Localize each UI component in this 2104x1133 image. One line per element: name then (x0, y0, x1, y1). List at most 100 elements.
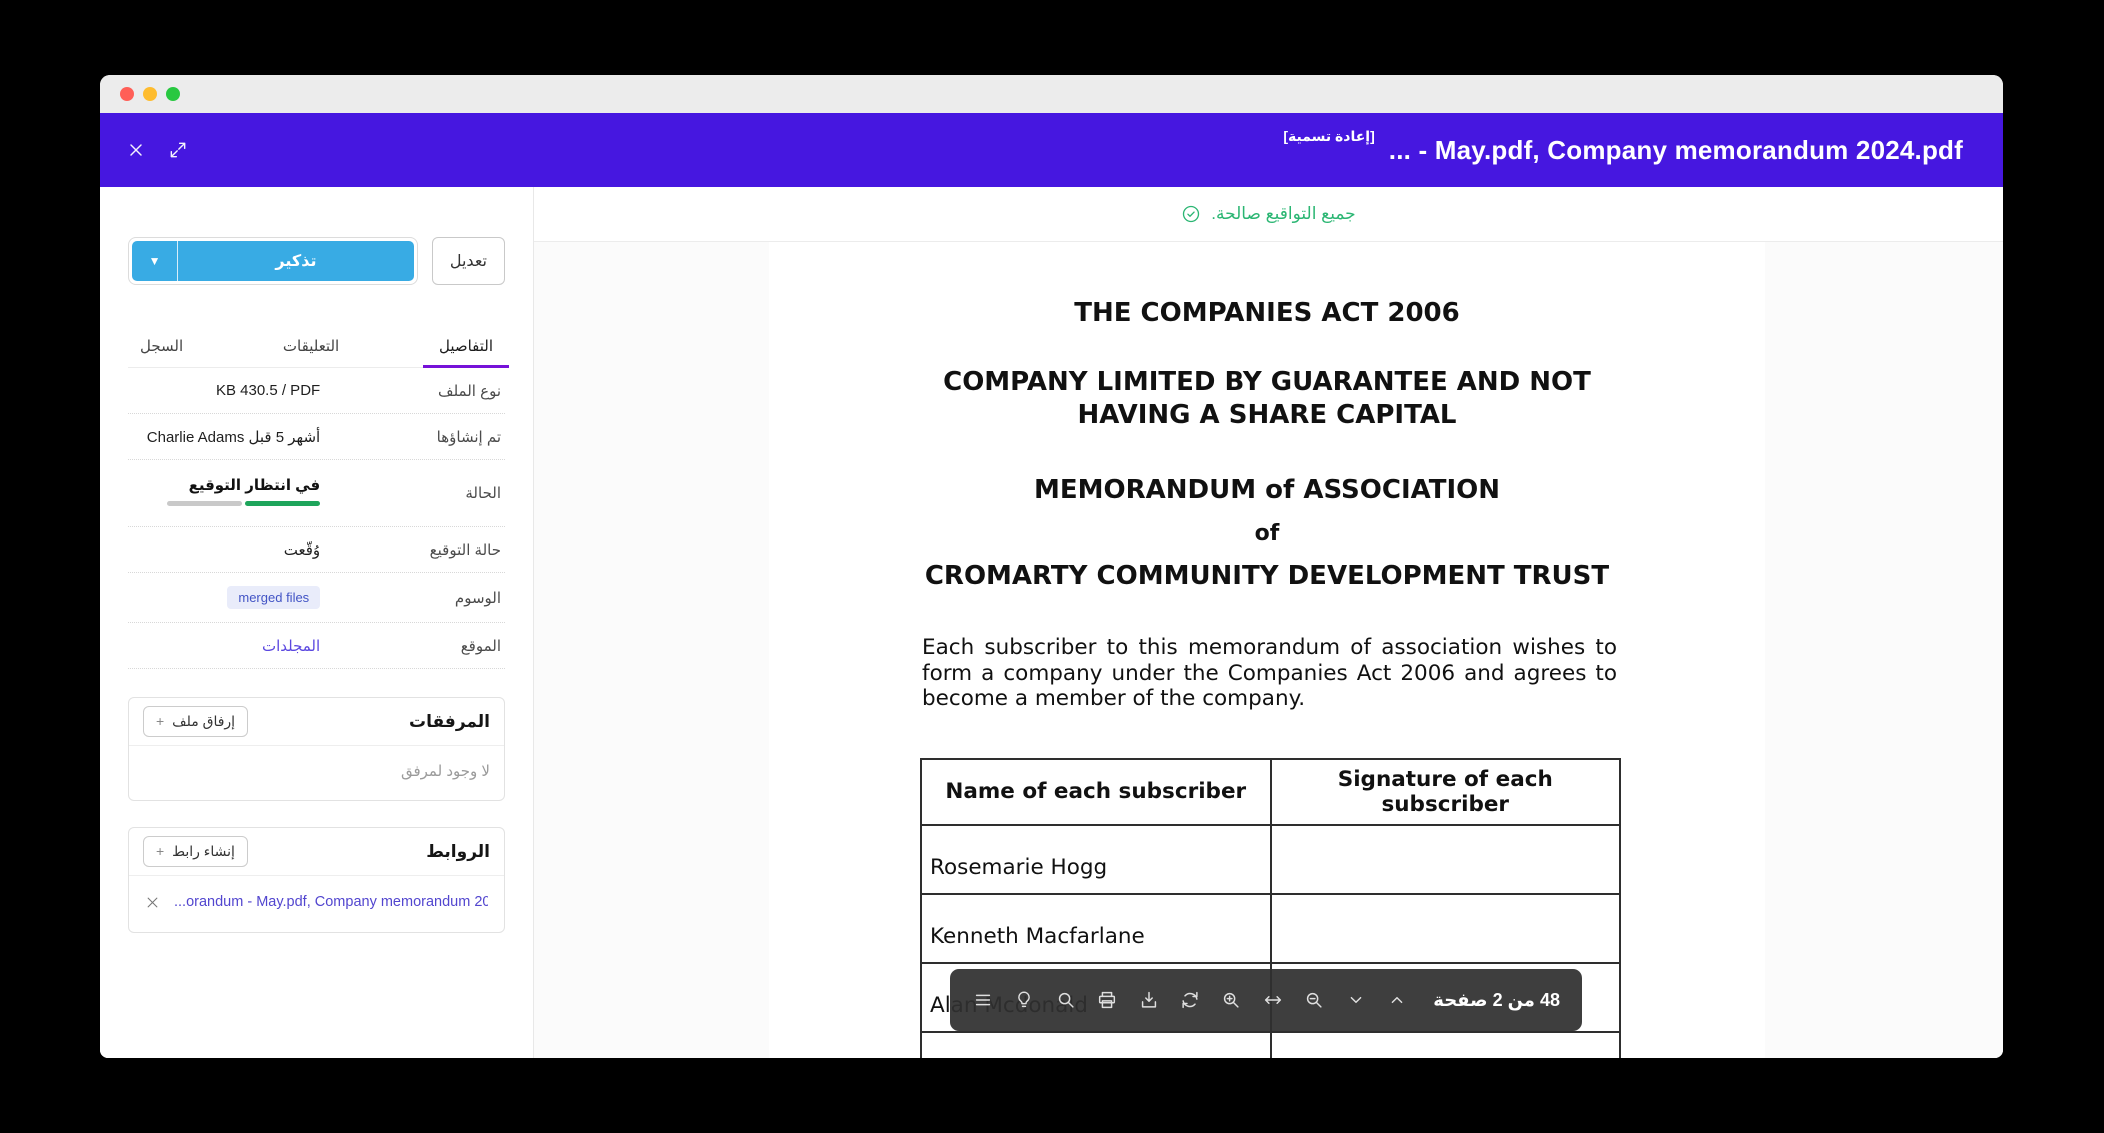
detail-value: KB 430.5 / PDF (132, 382, 320, 399)
chevron-up-icon[interactable] (1386, 989, 1408, 1011)
pdf-viewer: جميع التواقيع صالحة. THE COMPANIES ACT 2… (534, 187, 2003, 1058)
signatures-valid-text: جميع التواقيع صالحة. (1211, 204, 1355, 224)
expand-icon[interactable] (168, 140, 188, 160)
progress-segment-pending (167, 501, 242, 506)
doc-heading-trust: CROMARTY COMMUNITY DEVELOPMENT TRUST (769, 560, 1765, 593)
table-header-signature: Signature of each subscriber (1271, 759, 1621, 825)
tab-details[interactable]: التفاصيل (437, 327, 495, 367)
pdf-page: THE COMPANIES ACT 2006 COMPANY LIMITED B… (769, 242, 1765, 1058)
signature-cell (1271, 894, 1621, 963)
lightbulb-icon[interactable] (1013, 989, 1035, 1011)
attachments-empty-text: لا وجود لمرفق (143, 762, 490, 780)
table-row: Estelle Quick (921, 1032, 1620, 1059)
detail-value: المجلدات (132, 637, 320, 655)
document-header-bar: ... - May.pdf, Company memorandum 2024.p… (100, 113, 2003, 187)
sidebar-tabs: التفاصيل التعليقات السجل (128, 327, 505, 368)
detail-row-status: الحالة في انتظار التوقيع (128, 460, 505, 527)
detail-value: وُقّعت (132, 541, 320, 559)
print-icon[interactable] (1096, 989, 1118, 1011)
close-window-button[interactable] (120, 87, 134, 101)
status-progress-bar (167, 501, 320, 506)
remind-split-wrapper: تذكير ▼ (128, 237, 418, 285)
detail-label: الوسوم (320, 589, 501, 607)
details-list: نوع الملف KB 430.5 / PDF تم إنشاؤها Char… (128, 368, 505, 669)
signature-cell (1271, 825, 1621, 894)
tab-comments[interactable]: التعليقات (281, 327, 341, 367)
create-link-button[interactable]: إنشاء رابط + (143, 836, 248, 867)
doc-heading-act: THE COMPANIES ACT 2006 (769, 297, 1765, 330)
detail-label: الحالة (320, 484, 501, 502)
detail-value: merged files (132, 586, 320, 609)
rotate-icon[interactable] (1179, 989, 1201, 1011)
progress-segment-done (245, 501, 320, 506)
subscriber-name: Estelle Quick (921, 1032, 1271, 1059)
sidebar-actions: تعديل تذكير ▼ (128, 237, 505, 285)
linked-file-name[interactable]: ...orandum - May.pdf, Company memorandum… (174, 894, 488, 910)
zoom-out-icon[interactable] (1303, 989, 1325, 1011)
folders-link[interactable]: المجلدات (262, 638, 320, 655)
detail-row-tags: الوسوم merged files (128, 573, 505, 623)
attachments-title: المرفقات (409, 712, 490, 732)
zoom-window-button[interactable] (166, 87, 180, 101)
table-row: Rosemarie Hogg (921, 825, 1620, 894)
status-text: في انتظار التوقيع (167, 476, 320, 494)
links-header: الروابط إنشاء رابط + (129, 828, 504, 876)
links-section: الروابط إنشاء رابط + ...orandum - May.pd… (128, 827, 505, 933)
download-icon[interactable] (1138, 989, 1160, 1011)
attachments-body: لا وجود لمرفق (129, 746, 504, 800)
table-header-name: Name of each subscriber (921, 759, 1271, 825)
detail-row-created: تم إنشاؤها Charlie Adams قبل 5 أشهر (128, 414, 505, 460)
detail-value: في انتظار التوقيع (132, 476, 320, 510)
remind-split-button: تذكير ▼ (132, 241, 414, 281)
pdf-toolbar: صفحة 2 من 48 (950, 969, 1582, 1031)
mac-titlebar (100, 75, 2003, 113)
subscriber-name: Kenneth Macfarlane (921, 894, 1271, 963)
attachments-header: المرفقات إرفاق ملف + (129, 698, 504, 746)
attach-file-button[interactable]: إرفاق ملف + (143, 706, 248, 737)
detail-row-file-type: نوع الملف KB 430.5 / PDF (128, 368, 505, 414)
links-body: ...orandum - May.pdf, Company memorandum… (129, 876, 504, 932)
caret-down-icon: ▼ (149, 254, 161, 268)
remove-link-icon[interactable] (145, 895, 160, 910)
attachments-section: المرفقات إرفاق ملف + لا وجود لمرفق (128, 697, 505, 801)
header-title-group: ... - May.pdf, Company memorandum 2024.p… (1283, 135, 1963, 165)
doc-heading-memorandum: MEMORANDUM of ASSOCIATION (769, 474, 1765, 507)
detail-label: نوع الملف (320, 382, 501, 400)
remind-button[interactable]: تذكير (178, 241, 414, 281)
minimize-window-button[interactable] (143, 87, 157, 101)
links-title: الروابط (426, 842, 490, 862)
plus-icon: + (156, 843, 164, 859)
fit-width-icon[interactable] (1262, 989, 1284, 1011)
check-circle-icon (1181, 204, 1201, 224)
viewer-canvas: THE COMPANIES ACT 2006 COMPANY LIMITED B… (534, 242, 2003, 1058)
app-window: ... - May.pdf, Company memorandum 2024.p… (100, 75, 2003, 1058)
page-indicator: صفحة 2 من 48 (1433, 990, 1560, 1011)
linked-file-row: ...orandum - May.pdf, Company memorandum… (143, 892, 490, 912)
close-icon[interactable] (126, 140, 146, 160)
document-title: ... - May.pdf, Company memorandum 2024.p… (1389, 135, 1963, 165)
detail-row-sign-status: حالة التوقيع وُقّعت (128, 527, 505, 573)
header-left-actions (126, 140, 188, 160)
edit-button[interactable]: تعديل (432, 237, 505, 285)
detail-label: حالة التوقيع (320, 541, 501, 559)
menu-icon[interactable] (972, 989, 994, 1011)
search-icon[interactable] (1055, 989, 1077, 1011)
status-block: في انتظار التوقيع (167, 476, 320, 506)
plus-icon: + (156, 713, 164, 729)
tab-history[interactable]: السجل (138, 327, 185, 367)
signatures-valid-strip: جميع التواقيع صالحة. (534, 187, 2003, 242)
detail-row-location: الموقع المجلدات (128, 623, 505, 669)
zoom-in-icon[interactable] (1220, 989, 1242, 1011)
doc-heading-company: COMPANY LIMITED BY GUARANTEE AND NOT HAV… (769, 366, 1765, 432)
remind-dropdown-button[interactable]: ▼ (132, 241, 178, 281)
rename-button[interactable]: [إعادة تسمية] (1283, 128, 1374, 145)
table-row: Kenneth Macfarlane (921, 894, 1620, 963)
tag-pill[interactable]: merged files (227, 586, 320, 609)
detail-label: تم إنشاؤها (320, 428, 501, 446)
detail-value: Charlie Adams قبل 5 أشهر (132, 428, 320, 446)
detail-label: الموقع (320, 637, 501, 655)
doc-heading-of: of (769, 517, 1765, 550)
chevron-down-icon[interactable] (1345, 989, 1367, 1011)
table-header-row: Name of each subscriber Signature of eac… (921, 759, 1620, 825)
signature-cell (1271, 1032, 1621, 1059)
